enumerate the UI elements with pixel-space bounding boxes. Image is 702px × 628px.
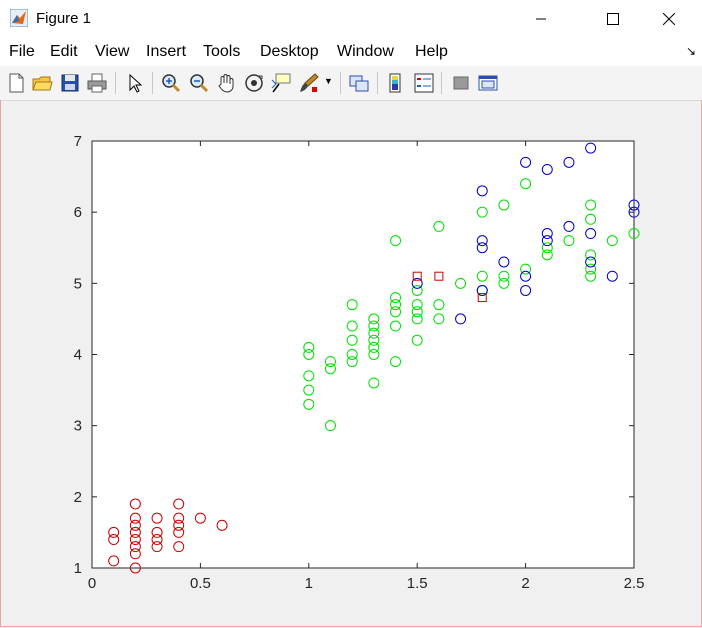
scatter-plot: 0 0.5 1 1.5 2 2.5 1 2 3 4 5 6 7	[74, 133, 645, 592]
x-tick-label: 1.5	[407, 575, 428, 592]
title-bar: Figure 1	[0, 0, 702, 38]
menu-window[interactable]: Window	[337, 43, 394, 61]
menu-help[interactable]: Help	[415, 43, 448, 61]
figure-canvas: 0 0.5 1 1.5 2 2.5 1 2 3 4 5 6 7	[0, 101, 702, 628]
toolbar-separator	[152, 72, 153, 94]
print-icon[interactable]	[86, 72, 108, 94]
toolbar-separator	[377, 72, 378, 94]
hide-plot-tools-icon[interactable]	[450, 72, 472, 94]
y-tick-label: 2	[74, 489, 82, 506]
y-tick-label: 3	[74, 418, 82, 435]
y-tick-label: 5	[74, 275, 82, 292]
link-plot-icon[interactable]	[348, 72, 370, 94]
toolbar-separator	[441, 72, 442, 94]
y-tick-label: 4	[74, 347, 82, 364]
pan-icon[interactable]	[215, 72, 237, 94]
maximize-button[interactable]	[590, 0, 636, 38]
colorbar-icon[interactable]	[385, 72, 407, 94]
data-cursor-icon[interactable]	[270, 72, 292, 94]
y-tick-label: 1	[74, 560, 82, 577]
open-file-icon[interactable]	[31, 72, 53, 94]
matlab-figure-icon	[10, 9, 28, 27]
x-tick-label: 1	[305, 575, 313, 592]
y-tick-label: 6	[74, 204, 82, 221]
dock-arrow-icon[interactable]: ↘	[686, 44, 696, 58]
menu-tools[interactable]: Tools	[203, 43, 240, 61]
zoom-in-icon[interactable]	[160, 72, 182, 94]
minimize-button[interactable]	[518, 0, 564, 38]
maximize-icon	[607, 13, 619, 25]
rotate-3d-icon[interactable]	[243, 72, 265, 94]
minimize-icon	[536, 18, 546, 20]
show-plot-tools-icon[interactable]	[477, 72, 499, 94]
close-icon	[663, 13, 675, 25]
edit-plot-icon[interactable]	[124, 72, 146, 94]
menu-bar: File Edit View Insert Tools Desktop Wind…	[0, 38, 702, 66]
toolbar-separator	[340, 72, 341, 94]
brush-icon[interactable]	[298, 72, 320, 94]
new-figure-icon[interactable]	[5, 72, 27, 94]
x-tick-label: 2.5	[624, 575, 645, 592]
y-tick-label: 7	[74, 133, 82, 150]
menu-view[interactable]: View	[95, 43, 129, 61]
menu-insert[interactable]: Insert	[146, 43, 186, 61]
legend-icon[interactable]	[413, 72, 435, 94]
toolbar-separator	[115, 72, 116, 94]
x-tick-label: 0	[88, 575, 96, 592]
save-icon[interactable]	[59, 72, 81, 94]
figure-toolbar: ▼	[0, 66, 702, 101]
window-title: Figure 1	[36, 10, 92, 27]
close-button[interactable]	[646, 0, 692, 38]
menu-desktop[interactable]: Desktop	[260, 43, 319, 61]
menu-edit[interactable]: Edit	[50, 43, 78, 61]
x-tick-label: 2	[521, 575, 529, 592]
x-tick-label: 0.5	[190, 575, 211, 592]
menu-file[interactable]: File	[9, 43, 35, 61]
zoom-out-icon[interactable]	[188, 72, 210, 94]
brush-dropdown-icon[interactable]: ▼	[324, 76, 333, 86]
